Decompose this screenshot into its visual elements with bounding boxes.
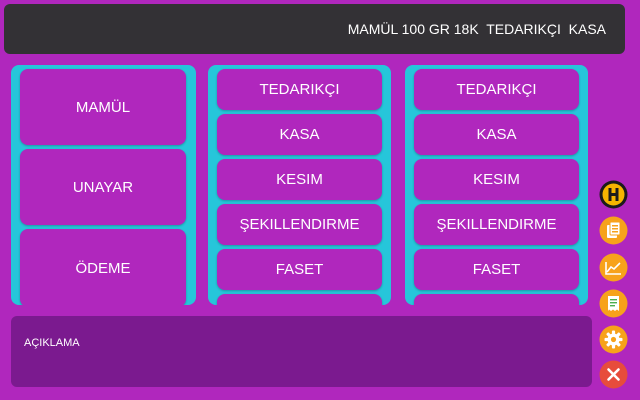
kasa-button[interactable]: KASA	[414, 114, 579, 155]
h-logo-icon[interactable]	[599, 180, 628, 209]
category-panel: MAMÜL UNAYAR ÖDEME	[11, 65, 196, 305]
odeme-button[interactable]: ÖDEME	[20, 229, 186, 305]
process-list-left[interactable]: TEDARIKÇI KASA KESIM ŞEKILLENDIRME FASET	[208, 65, 391, 305]
kesim-button[interactable]: KESIM	[217, 159, 382, 200]
gear-icon[interactable]	[599, 325, 628, 354]
list-item-partial[interactable]	[414, 294, 579, 305]
unayar-button[interactable]: UNAYAR	[20, 149, 186, 225]
close-icon[interactable]	[599, 360, 628, 389]
process-list-right[interactable]: TEDARIKÇI KASA KESIM ŞEKILLENDIRME FASET	[405, 65, 588, 305]
header-text: MAMÜL 100 GR 18K TEDARIKÇI KASA	[347, 21, 606, 37]
list-item-partial[interactable]	[217, 294, 382, 305]
tedarikci-button[interactable]: TEDARIKÇI	[414, 69, 579, 110]
top-info-bar: MAMÜL 100 GR 18K TEDARIKÇI KASA	[4, 4, 625, 54]
faset-button[interactable]: FASET	[414, 249, 579, 290]
mamul-button[interactable]: MAMÜL	[20, 69, 186, 145]
sekillendirme-button[interactable]: ŞEKILLENDIRME	[414, 204, 579, 245]
receipt-icon[interactable]	[599, 289, 628, 318]
kasa-button[interactable]: KASA	[217, 114, 382, 155]
faset-button[interactable]: FASET	[217, 249, 382, 290]
sekillendirme-button[interactable]: ŞEKILLENDIRME	[217, 204, 382, 245]
description-label: AÇIKLAMA	[24, 337, 80, 349]
tedarikci-button[interactable]: TEDARIKÇI	[217, 69, 382, 110]
kesim-button[interactable]: KESIM	[414, 159, 579, 200]
description-field[interactable]: AÇIKLAMA	[11, 316, 592, 387]
chart-icon[interactable]	[599, 253, 628, 282]
documents-icon[interactable]	[599, 216, 628, 245]
